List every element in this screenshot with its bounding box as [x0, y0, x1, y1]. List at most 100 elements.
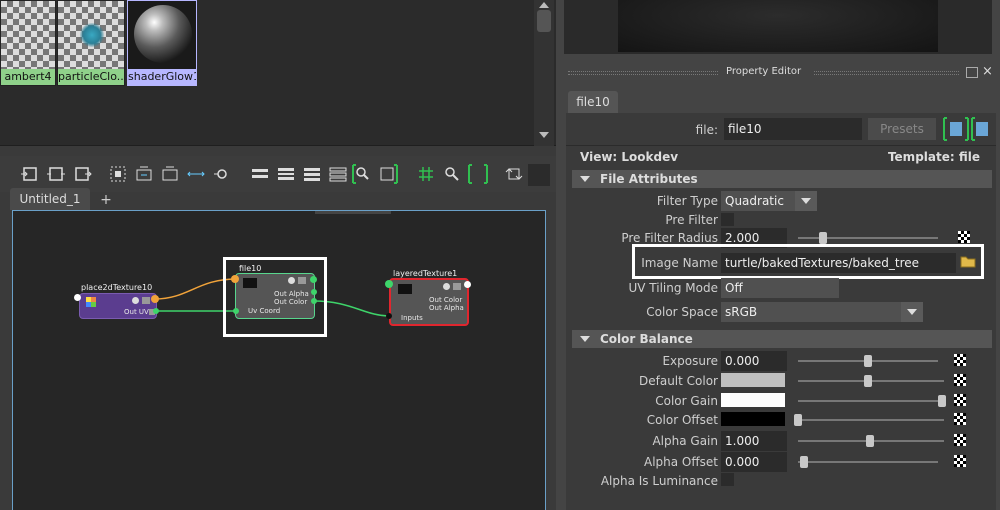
swatch-particle-cloud[interactable]: particleClo...: [57, 0, 125, 86]
port-out-alpha-label: Out Alpha: [429, 304, 464, 312]
snap-icon[interactable]: [442, 164, 462, 184]
alpha-gain-field[interactable]: 1.000: [721, 431, 787, 451]
connected-mode-icon[interactable]: [276, 164, 296, 184]
search-icon[interactable]: [352, 164, 372, 184]
texture-map-icon[interactable]: [954, 354, 966, 366]
port-input-green[interactable]: [385, 280, 393, 288]
node-settings-icon[interactable]: [132, 297, 139, 304]
drag-grip[interactable]: [568, 71, 718, 75]
color-offset-swatch[interactable]: [721, 412, 785, 426]
alpha-offset-slider[interactable]: [798, 461, 938, 463]
color-gain-knob[interactable]: [938, 395, 946, 407]
port-input-dot[interactable]: [74, 294, 81, 301]
refresh-icon[interactable]: [504, 164, 524, 184]
default-color-knob[interactable]: [864, 375, 872, 387]
highlight-connections-icon[interactable]: [468, 164, 488, 184]
preview-image: [618, 0, 938, 52]
alpha-offset-field[interactable]: 0.000: [721, 452, 787, 472]
swatch-shader-glow[interactable]: shaderGlow1: [127, 0, 197, 86]
swatch-scrollbar[interactable]: [534, 0, 554, 146]
tab-untitled[interactable]: Untitled_1: [10, 188, 90, 210]
graph-input-output-icon[interactable]: [46, 164, 66, 184]
color-swatch-button[interactable]: [528, 164, 550, 186]
pin-icon[interactable]: [212, 164, 232, 184]
section-color-balance[interactable]: Color Balance: [572, 330, 992, 348]
node-name-label: file:: [695, 123, 718, 137]
checker-thumbnail: [1, 1, 55, 71]
scroll-down-icon[interactable]: [539, 132, 549, 138]
node-mode-icon[interactable]: [453, 283, 461, 290]
port-output-orange[interactable]: [151, 295, 159, 303]
remove-from-graph-icon[interactable]: [160, 164, 180, 184]
default-color-swatch[interactable]: [721, 373, 785, 387]
template-label: Template: file: [887, 150, 980, 164]
node-place2dtexture[interactable]: Out UV: [79, 293, 157, 319]
filter-type-dropdown-icon[interactable]: [795, 191, 817, 211]
node-name-field[interactable]: file10: [724, 118, 862, 140]
pre-filter-radius-knob[interactable]: [819, 232, 827, 244]
scroll-up-icon[interactable]: [539, 2, 549, 8]
shader-sphere-preview: [134, 5, 192, 63]
port-output-white[interactable]: [464, 281, 471, 288]
color-space-select[interactable]: sRGB: [721, 302, 901, 322]
port-output-uv[interactable]: [153, 308, 159, 314]
color-offset-knob[interactable]: [794, 414, 802, 426]
drag-grip[interactable]: [814, 71, 959, 75]
texture-placement-icon: [86, 297, 96, 307]
uv-tiling-select[interactable]: Off: [721, 278, 839, 298]
float-window-icon[interactable]: [966, 67, 978, 78]
node-graph-canvas[interactable]: place2dTexture10 Out UV file10 Out Alpha…: [12, 210, 546, 510]
texture-map-icon[interactable]: [954, 413, 966, 425]
port-inputs-dot[interactable]: [386, 313, 392, 319]
frame-selected-icon[interactable]: [108, 164, 128, 184]
section-file-attributes[interactable]: File Attributes: [572, 170, 992, 188]
divider: [566, 145, 996, 146]
exposure-field[interactable]: 0.000: [721, 351, 787, 371]
node-mode-icon[interactable]: [142, 297, 150, 304]
color-offset-slider[interactable]: [798, 419, 944, 421]
alpha-offset-label: Alpha Offset: [644, 455, 718, 469]
collapse-triangle-icon[interactable]: [580, 336, 590, 342]
add-to-graph-icon[interactable]: [134, 164, 154, 184]
exposure-knob[interactable]: [864, 355, 872, 367]
port-out-color-label: Out Color: [429, 296, 463, 304]
pre-filter-radius-label: Pre Filter Radius: [621, 231, 718, 245]
filter-type-select[interactable]: Quadratic: [721, 191, 795, 211]
grid-icon[interactable]: [416, 164, 436, 184]
swatch-toggle-icon[interactable]: [378, 164, 398, 184]
color-space-dropdown-icon[interactable]: [901, 302, 923, 322]
layout-icon[interactable]: [186, 164, 206, 184]
alpha-gain-knob[interactable]: [866, 435, 874, 447]
custom-mode-icon[interactable]: [328, 164, 348, 184]
simple-mode-icon[interactable]: [250, 164, 270, 184]
alpha-offset-knob[interactable]: [800, 456, 808, 468]
default-color-label: Default Color: [639, 374, 718, 388]
toggle-panels-icon[interactable]: [942, 117, 990, 141]
texture-map-icon[interactable]: [954, 434, 966, 446]
presets-button[interactable]: Presets: [868, 118, 936, 140]
node-layeredtexture[interactable]: Out Color Out Alpha Inputs: [389, 278, 469, 326]
collapse-triangle-icon[interactable]: [580, 176, 590, 182]
node-editor-toolbar: [0, 156, 556, 192]
port-out-uv-label: Out UV: [124, 308, 149, 316]
texture-map-icon[interactable]: [954, 455, 966, 467]
close-icon[interactable]: ×: [982, 64, 993, 79]
alpha-is-luminance-label: Alpha Is Luminance: [600, 474, 718, 488]
alpha-is-luminance-checkbox[interactable]: [721, 473, 734, 486]
tab-file10[interactable]: file10: [568, 91, 618, 113]
texture-map-icon[interactable]: [954, 394, 966, 406]
node-title-layered: layeredTexture1: [393, 269, 458, 278]
texture-map-icon[interactable]: [958, 231, 970, 243]
graph-input-icon[interactable]: [20, 164, 40, 184]
add-tab-button[interactable]: +: [96, 190, 116, 210]
full-mode-icon[interactable]: [302, 164, 322, 184]
scroll-thumb[interactable]: [537, 10, 551, 32]
graph-output-icon[interactable]: [72, 164, 92, 184]
color-offset-label: Color Offset: [646, 413, 718, 427]
color-gain-slider[interactable]: [798, 400, 944, 402]
color-gain-swatch[interactable]: [721, 393, 785, 407]
texture-map-icon[interactable]: [954, 374, 966, 386]
swatch-lambert4[interactable]: ambert4: [0, 0, 56, 86]
pre-filter-checkbox[interactable]: [721, 213, 734, 226]
node-settings-icon[interactable]: [443, 283, 450, 290]
